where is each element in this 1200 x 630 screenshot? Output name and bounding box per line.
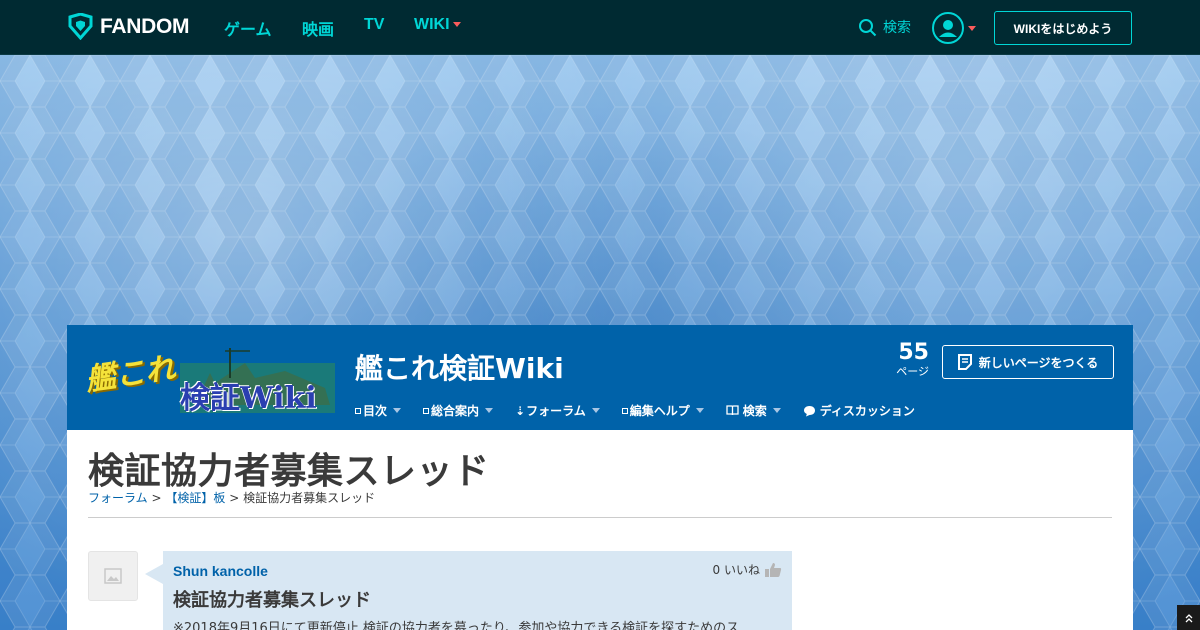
wiki-nav-edit-help-label: 編集ヘルプ [629, 404, 690, 418]
book-icon [726, 405, 739, 416]
divider [88, 517, 1112, 518]
wiki-logo-text-bottom: 検証Wiki [180, 381, 317, 416]
wiki-nav-edit-help[interactable]: 編集ヘルプ [621, 402, 704, 419]
wiki-nav-contents[interactable]: 目次 [355, 402, 402, 419]
wiki-header: 艦これ 検証Wiki 艦これ検証Wiki 55 ページ 新しいページをつくる 目… [67, 325, 1133, 430]
nav-link-games[interactable]: ゲーム [224, 16, 272, 40]
breadcrumb-forum-link[interactable]: フォーラム [88, 491, 148, 505]
forum-post: Shun kancolle 0 いいね 検証協力者募集スレッド ※2018年9月… [163, 551, 792, 630]
global-search[interactable]: 検索 [858, 17, 911, 37]
global-nav: FANDOM ゲーム 映画 TV WIKI 検索 WIKIをはじめよう [0, 0, 1200, 55]
chevron-down-icon [485, 408, 494, 413]
fandom-heart-icon [68, 13, 93, 40]
new-page-label: 新しいページをつくる [978, 355, 1099, 370]
breadcrumb: フォーラム > 【検証】板 > 検証協力者募集スレッド [88, 489, 375, 506]
wiki-nav-guide-label: 総合案内 [431, 404, 480, 418]
wiki-nav-discussions-label: ディスカッション [819, 404, 915, 418]
wiki-nav-contents-label: 目次 [363, 404, 388, 418]
wiki-local-nav: 目次 総合案内 ⇣ フォーラム 編集ヘルプ 検索 ディスカッション [355, 402, 937, 419]
start-wiki-button[interactable]: WIKIをはじめよう [994, 11, 1132, 45]
scroll-to-top-button[interactable] [1177, 605, 1200, 630]
wiki-title[interactable]: 艦これ検証Wiki [355, 347, 564, 387]
square-icon [621, 407, 628, 414]
square-icon [355, 407, 361, 414]
post-speech-arrow [145, 564, 163, 584]
nav-link-movies[interactable]: 映画 [302, 16, 334, 40]
breadcrumb-current: 検証協力者募集スレッド [243, 491, 376, 505]
user-avatar-icon[interactable] [932, 12, 964, 44]
new-page-button[interactable]: 新しいページをつくる [942, 345, 1114, 379]
square-icon [423, 407, 430, 414]
post-author-link[interactable]: Shun kancolle [173, 563, 268, 579]
search-label: 検索 [883, 20, 911, 36]
breadcrumb-board-link[interactable]: 【検証】板 [165, 491, 225, 505]
double-chevron-up-icon [1185, 613, 1192, 622]
post-likes-count: 0 いいね [712, 563, 760, 577]
post-title: 検証協力者募集スレッド [173, 590, 371, 611]
thumbs-up-icon [765, 562, 782, 577]
wiki-nav-forum-label: フォーラム [526, 404, 586, 418]
nav-link-wiki[interactable]: WIKI [414, 16, 461, 34]
wiki-nav-search-label: 検索 [742, 404, 767, 418]
wiki-nav-guide[interactable]: 総合案内 [423, 402, 494, 419]
fandom-logo[interactable]: FANDOM [67, 13, 190, 40]
page-content: 検証協力者募集スレッド フォーラム > 【検証】板 > 検証協力者募集スレッド … [67, 430, 1133, 630]
fandom-logo-text: FANDOM [100, 14, 190, 38]
new-page-icon [957, 354, 972, 370]
chevron-down-icon [393, 408, 402, 413]
image-placeholder-icon [104, 568, 122, 584]
search-icon [859, 18, 877, 36]
chevron-down-icon [591, 408, 600, 413]
page-count-label: ページ [896, 365, 929, 378]
post-author-avatar[interactable] [88, 551, 138, 601]
chevron-down-icon [452, 22, 461, 28]
wiki-nav-discussions[interactable]: ディスカッション [803, 402, 915, 419]
arrow-icon: ⇣ [515, 403, 526, 418]
breadcrumb-separator: > [229, 491, 240, 505]
chat-icon [803, 405, 815, 416]
breadcrumb-separator: > [151, 491, 162, 505]
user-icon [939, 20, 957, 37]
page-count: 55 ページ [887, 341, 929, 379]
page-title: 検証協力者募集スレッド [88, 451, 490, 492]
nav-link-tv[interactable]: TV [364, 16, 384, 34]
user-menu-chevron-icon[interactable] [968, 26, 976, 31]
nav-link-wiki-label: WIKI [414, 16, 450, 33]
post-body: ※2018年9月16日にて更新停止 検証の協力者を募ったり、参加や協力できる検証… [173, 621, 740, 630]
chevron-down-icon [772, 408, 781, 413]
page-count-number: 55 [898, 340, 929, 365]
wiki-nav-search[interactable]: 検索 [726, 402, 781, 419]
wiki-logo[interactable]: 艦これ 検証Wiki [83, 343, 335, 416]
post-likes[interactable]: 0 いいね [713, 561, 782, 578]
chevron-down-icon [695, 408, 704, 413]
wiki-nav-forum[interactable]: ⇣ フォーラム [515, 402, 600, 419]
